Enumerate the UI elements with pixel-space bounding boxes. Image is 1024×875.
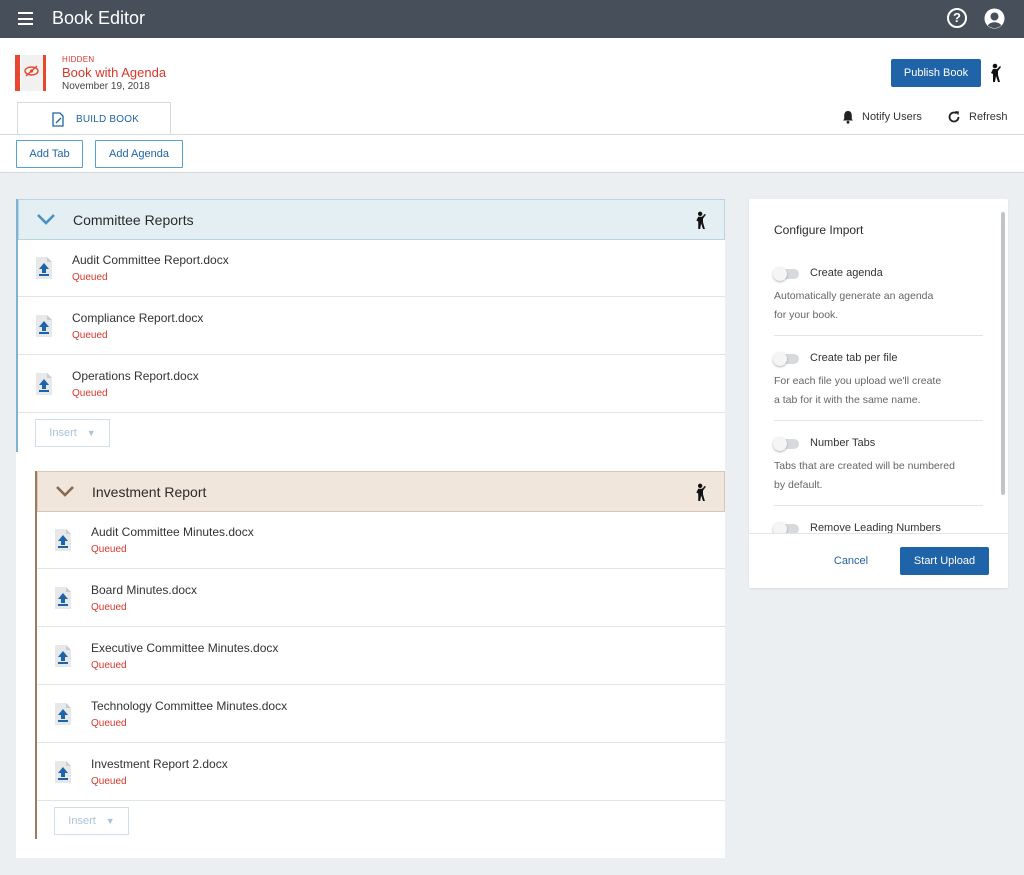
file-status: Queued <box>91 776 127 787</box>
file-row[interactable]: Technology Committee Minutes.docx Queued <box>37 686 725 743</box>
option-label: Create agenda <box>810 267 883 279</box>
refresh-label: Refresh <box>969 111 1008 123</box>
file-name: Audit Committee Minutes.docx <box>91 525 254 539</box>
tab-build-book-label: BUILD BOOK <box>76 114 140 125</box>
option-description-line: for your book. <box>774 309 839 321</box>
option-description-line: Automatically generate an agenda <box>774 290 934 302</box>
create-tab-per-file-toggle[interactable] <box>773 352 799 366</box>
section-header[interactable]: Investment Report <box>37 471 725 512</box>
graduation-cap-icon: ▼ <box>105 816 115 826</box>
person-pointing-icon[interactable] <box>695 211 711 230</box>
graduation-cap-icon: ▼ <box>86 428 96 438</box>
person-pointing-icon[interactable] <box>990 63 1006 83</box>
hamburger-menu-icon[interactable] <box>18 12 33 25</box>
notify-users-button[interactable]: Notify Users <box>842 110 922 124</box>
section-title: Committee Reports <box>73 212 194 228</box>
file-row[interactable]: Audit Committee Minutes.docx Queued <box>37 512 725 569</box>
file-row[interactable]: Executive Committee Minutes.docx Queued <box>37 628 725 685</box>
refresh-button[interactable]: Refresh <box>947 110 1008 124</box>
panel-title: Configure Import <box>774 223 864 237</box>
file-row[interactable]: Board Minutes.docx Queued <box>37 570 725 627</box>
panel-footer: Cancel Start Upload <box>749 533 1008 588</box>
option-description: For each file you upload we'll create a … <box>774 372 941 410</box>
section-header[interactable]: Committee Reports <box>18 199 725 240</box>
section-investment-report: Investment Report Audit Committee Minute… <box>35 471 725 839</box>
file-name: Audit Committee Report.docx <box>72 253 229 267</box>
refresh-icon <box>948 111 960 123</box>
book-cover-thumbnail <box>15 55 48 91</box>
tab-build-book[interactable]: BUILD BOOK <box>17 102 171 135</box>
create-agenda-toggle[interactable] <box>773 267 799 281</box>
upload-file-icon <box>36 315 52 337</box>
option-description-line: a tab for it with the same name. <box>774 394 921 406</box>
document-edit-icon <box>52 112 64 127</box>
option-description: Tabs that are created will be numbered b… <box>774 457 955 495</box>
visibility-badge: HIDDEN <box>62 55 95 64</box>
app-title: Book Editor <box>52 8 146 28</box>
upload-file-icon <box>55 703 71 725</box>
option-create-agenda: Create agenda Automatically generate an … <box>773 265 983 336</box>
upload-file-icon <box>55 761 71 783</box>
account-icon[interactable] <box>984 8 1005 29</box>
app-topbar: Book Editor ? <box>0 0 1024 38</box>
file-name: Operations Report.docx <box>72 369 199 383</box>
section-committee-reports: Committee Reports Audit Committee Report… <box>16 199 725 452</box>
upload-file-icon <box>55 587 71 609</box>
book-date: November 19, 2018 <box>62 81 150 92</box>
panel-scrollbar[interactable] <box>1001 212 1005 495</box>
hidden-eye-icon <box>24 65 39 77</box>
file-name: Investment Report 2.docx <box>91 757 228 771</box>
option-description-line: by default. <box>774 479 823 491</box>
option-number-tabs: Number Tabs Tabs that are created will b… <box>773 435 983 506</box>
file-status: Queued <box>91 660 127 671</box>
publish-book-button[interactable]: Publish Book <box>891 59 981 87</box>
file-row[interactable]: Compliance Report.docx Queued <box>18 298 725 355</box>
book-header: HIDDEN Book with Agenda November 19, 201… <box>0 38 1024 173</box>
option-label: Number Tabs <box>810 437 876 449</box>
file-status: Queued <box>91 718 127 729</box>
number-tabs-toggle[interactable] <box>773 437 799 451</box>
file-row[interactable]: Audit Committee Report.docx Queued <box>18 240 725 297</box>
person-pointing-icon[interactable] <box>695 483 711 502</box>
file-row[interactable]: Operations Report.docx Queued <box>18 356 725 413</box>
insert-label: Insert <box>68 815 96 827</box>
insert-button[interactable]: Insert ▼ <box>35 419 110 447</box>
option-description-line: For each file you upload we'll create <box>774 375 942 387</box>
upload-file-icon <box>55 529 71 551</box>
file-status: Queued <box>72 330 108 341</box>
insert-button[interactable]: Insert ▼ <box>54 807 129 835</box>
file-name: Technology Committee Minutes.docx <box>91 699 288 713</box>
book-title: Book with Agenda <box>62 65 167 80</box>
notify-users-label: Notify Users <box>862 111 922 123</box>
configure-import-panel: Configure Import Create agenda Automatic… <box>749 199 1008 588</box>
bell-icon <box>843 111 853 124</box>
upload-file-icon <box>36 373 52 395</box>
section-title: Investment Report <box>92 484 207 500</box>
file-status: Queued <box>91 544 127 555</box>
add-agenda-button[interactable]: Add Agenda <box>95 140 183 168</box>
file-name: Executive Committee Minutes.docx <box>91 641 279 655</box>
upload-file-icon <box>36 257 52 279</box>
cancel-button[interactable]: Cancel <box>819 547 883 575</box>
file-status: Queued <box>72 388 108 399</box>
file-name: Compliance Report.docx <box>72 311 204 325</box>
option-description: Automatically generate an agenda for you… <box>774 287 933 325</box>
upload-file-icon <box>55 645 71 667</box>
tab-divider <box>0 134 1024 135</box>
file-row[interactable]: Investment Report 2.docx Queued <box>37 744 725 801</box>
option-description-line: Tabs that are created will be numbered <box>774 460 955 472</box>
help-icon[interactable]: ? <box>947 8 967 28</box>
start-upload-button[interactable]: Start Upload <box>900 547 989 575</box>
option-create-tab-per-file: Create tab per file For each file you up… <box>773 350 983 421</box>
add-tab-button[interactable]: Add Tab <box>16 140 83 168</box>
file-name: Board Minutes.docx <box>91 583 198 597</box>
file-status: Queued <box>91 602 127 613</box>
insert-label: Insert <box>49 427 77 439</box>
file-status: Queued <box>72 272 108 283</box>
chevron-down-icon[interactable] <box>37 213 55 225</box>
option-label: Create tab per file <box>810 352 898 364</box>
chevron-down-icon[interactable] <box>56 485 74 497</box>
